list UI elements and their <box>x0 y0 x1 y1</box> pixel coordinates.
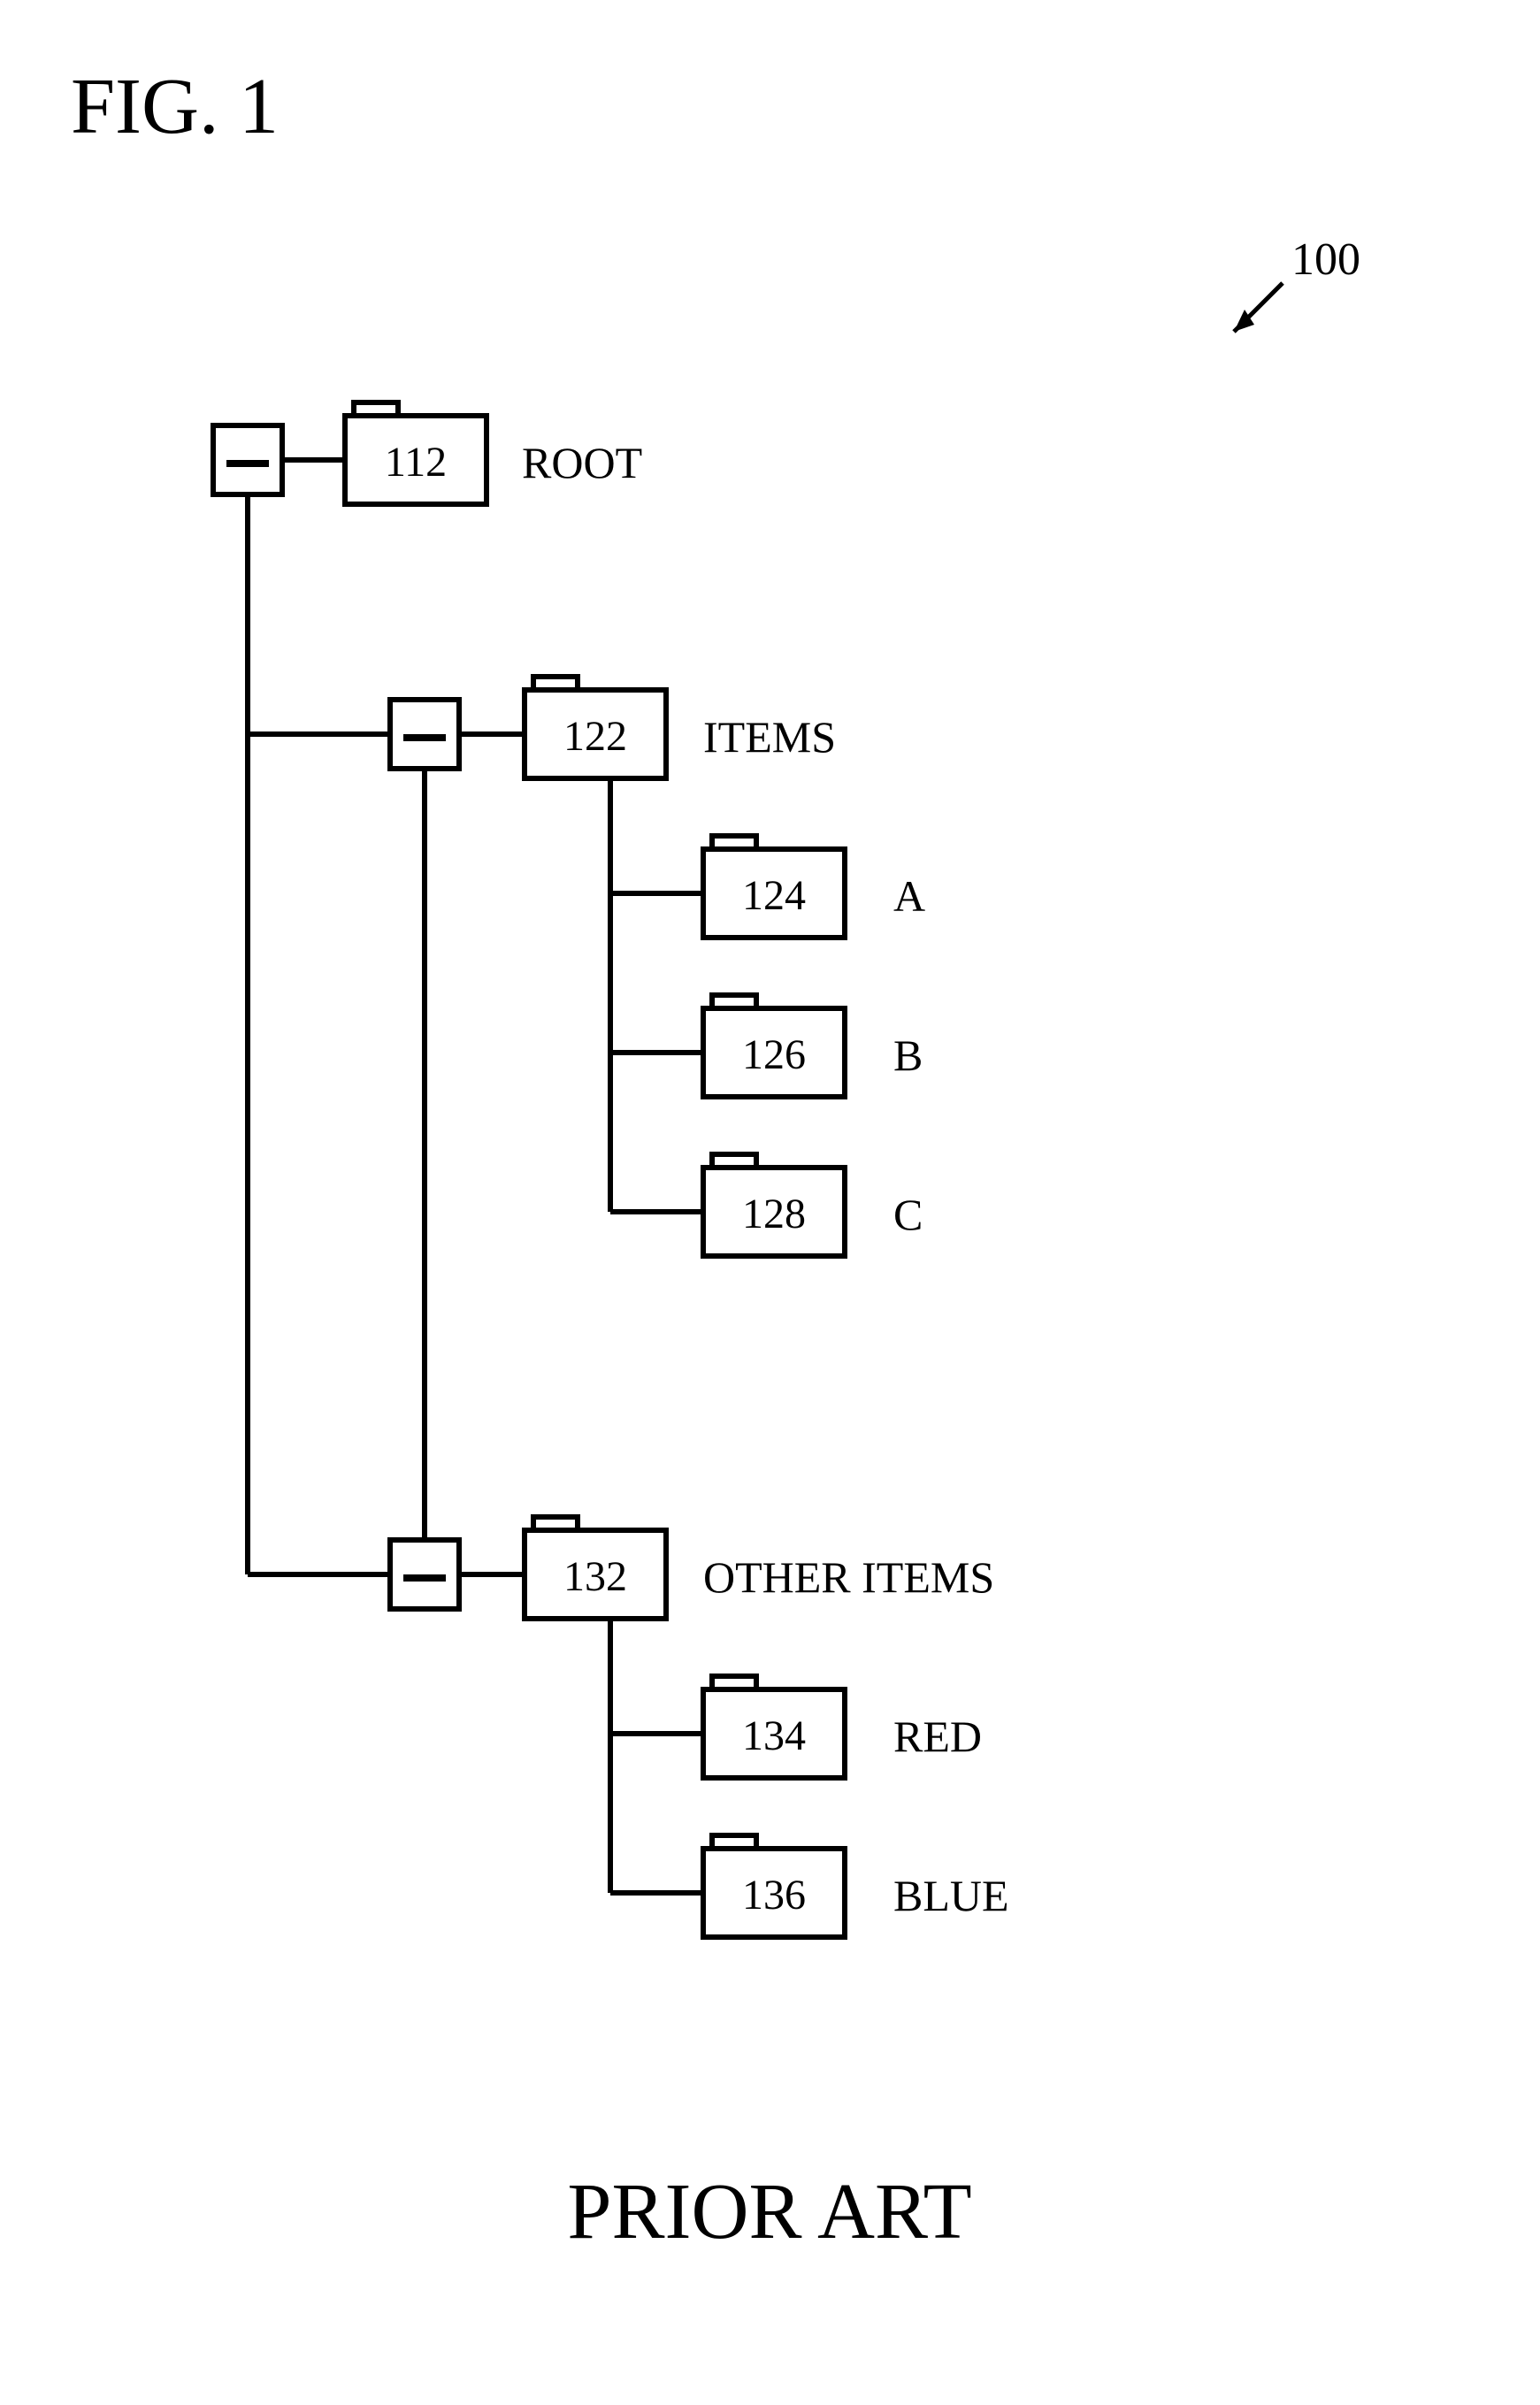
collapse-toggle-root[interactable] <box>213 425 282 494</box>
folder-ref-num: 124 <box>742 872 806 919</box>
figure-footer: PRIOR ART <box>567 2168 971 2256</box>
folder-item-b[interactable]: 126 <box>703 995 845 1097</box>
folder-label-items: ITEMS <box>703 712 836 762</box>
folder-ref-num: 136 <box>742 1872 806 1919</box>
folder-label-a: A <box>893 871 925 921</box>
folder-ref-num: 132 <box>563 1553 627 1600</box>
folder-label-c: C <box>893 1190 923 1239</box>
reference-label: 100 <box>1291 234 1360 285</box>
collapse-toggle-other-items[interactable] <box>390 1540 459 1609</box>
folder-item-c[interactable]: 128 <box>703 1154 845 1256</box>
folder-root[interactable]: 112 <box>345 402 487 504</box>
folder-label-blue: BLUE <box>893 1871 1009 1920</box>
folder-ref-num: 134 <box>742 1712 806 1759</box>
folder-ref-num: 112 <box>385 439 447 486</box>
folder-label-other-items: OTHER ITEMS <box>703 1552 994 1602</box>
folder-item-a[interactable]: 124 <box>703 836 845 938</box>
folder-ref-num: 128 <box>742 1191 806 1237</box>
folder-items[interactable]: 122 <box>525 677 666 778</box>
folder-label-red: RED <box>893 1712 982 1761</box>
tree-hierarchy-diagram: FIG. 1 100 <box>0 0 1540 2401</box>
folder-other-items[interactable]: 132 <box>525 1517 666 1619</box>
folder-label-b: B <box>893 1030 923 1080</box>
folder-ref-num: 122 <box>563 713 627 760</box>
collapse-toggle-items[interactable] <box>390 700 459 769</box>
folder-ref-num: 126 <box>742 1031 806 1078</box>
figure-title: FIG. 1 <box>71 63 279 150</box>
reference-arrow: 100 <box>1234 234 1360 332</box>
folder-label-root: ROOT <box>522 438 642 487</box>
tree-connectors <box>248 460 703 1893</box>
folder-red[interactable]: 134 <box>703 1676 845 1778</box>
folder-blue[interactable]: 136 <box>703 1835 845 1937</box>
